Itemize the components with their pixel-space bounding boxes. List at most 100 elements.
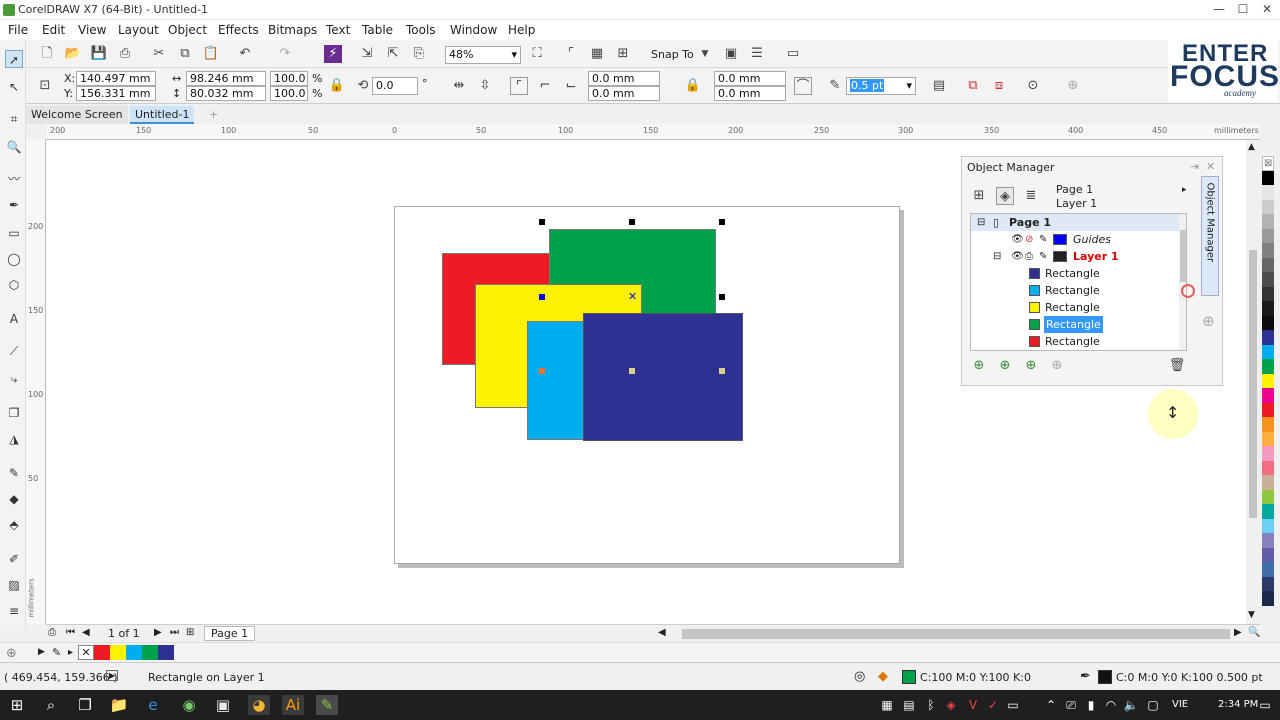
text-tool-icon[interactable]: A: [5, 310, 23, 328]
collapse-icon[interactable]: ⊟: [993, 248, 1001, 265]
windows-start-icon[interactable]: ⊞: [6, 695, 28, 715]
outline-pen-icon[interactable]: ✒: [1080, 669, 1091, 684]
edit-across-layers-icon[interactable]: ◈: [996, 187, 1014, 205]
x-position-field[interactable]: 140.497 mm: [76, 71, 156, 86]
chevron-down-icon[interactable]: ▼: [696, 45, 714, 63]
new-document-icon[interactable]: 🗋: [38, 45, 56, 63]
palette-swatch[interactable]: [1262, 286, 1274, 301]
palette-swatch[interactable]: [1262, 446, 1274, 461]
menu-bitmaps[interactable]: Bitmaps: [268, 23, 317, 37]
scroll-up-icon[interactable]: ▲: [1248, 142, 1255, 152]
menu-effects[interactable]: Effects: [218, 23, 259, 37]
edge-browser-icon[interactable]: e: [142, 695, 164, 715]
palette-swatch[interactable]: [1262, 301, 1274, 316]
om-menu-arrow-icon[interactable]: ▸: [1182, 185, 1187, 195]
full-screen-icon[interactable]: ⛶: [528, 45, 546, 63]
new-tab-button[interactable]: +: [204, 106, 223, 124]
doc-swatch-red[interactable]: [94, 645, 110, 660]
paste-icon[interactable]: 📋: [202, 45, 220, 63]
docker-expand-icon[interactable]: ⇥: [1190, 160, 1199, 173]
show-object-properties-icon[interactable]: ⊞: [970, 187, 988, 205]
palette-swatch[interactable]: [1262, 417, 1274, 432]
chamfer-corner-icon[interactable]: ⌙: [562, 77, 580, 95]
add-icon[interactable]: ⊕: [1064, 77, 1082, 95]
next-page-icon[interactable]: ▶: [154, 627, 162, 638]
no-fill-icon[interactable]: ⊠: [1264, 158, 1272, 169]
close-button[interactable]: ✕: [1256, 2, 1278, 18]
node-handle[interactable]: [629, 368, 635, 374]
horizontal-scroll-thumb[interactable]: [682, 629, 1230, 639]
palette-swatch[interactable]: [1262, 170, 1274, 185]
publish-pdf-icon[interactable]: ⎘: [410, 45, 428, 63]
new-layer-icon[interactable]: ⊕: [970, 357, 988, 375]
new-master-layer-odd-icon[interactable]: ⊕: [1048, 357, 1066, 375]
palette-swatch[interactable]: [1262, 199, 1274, 214]
doc-swatch-yellow[interactable]: [110, 645, 126, 660]
relative-corner-scaling-icon[interactable]: ⌒: [794, 77, 812, 95]
tray-icon[interactable]: ◈: [940, 695, 962, 715]
palette-swatch[interactable]: [1262, 504, 1274, 519]
tree-row-rectangle[interactable]: Rectangle: [971, 333, 1179, 350]
y-position-field[interactable]: 156.331 mm: [76, 86, 156, 101]
smart-fill-icon[interactable]: ⬘: [5, 516, 23, 534]
parallel-dimension-tool-icon[interactable]: ⟋: [5, 342, 23, 360]
palette-swatch[interactable]: [1262, 402, 1274, 417]
app-icon[interactable]: ◉: [178, 695, 200, 715]
menu-layout[interactable]: Layout: [118, 23, 159, 37]
layer-manager-view-icon[interactable]: ≣: [1022, 187, 1040, 205]
collapse-icon[interactable]: ⊟: [977, 214, 985, 231]
wrap-text-icon[interactable]: ▤: [930, 77, 948, 95]
palette-swatch[interactable]: [1262, 562, 1274, 577]
redo-icon[interactable]: ↷: [276, 45, 294, 63]
palette-swatch[interactable]: [1262, 257, 1274, 272]
show-grid-icon[interactable]: ▦: [588, 45, 606, 63]
tree-scrollbar[interactable]: [1179, 214, 1186, 350]
selection-handle[interactable]: [719, 294, 725, 300]
printer-icon[interactable]: ⎙: [1025, 248, 1033, 265]
node-handle[interactable]: [539, 368, 545, 374]
doc-swatch-navy[interactable]: [158, 645, 174, 660]
palette-swatch[interactable]: [1262, 591, 1274, 606]
palette-swatch[interactable]: [1262, 373, 1274, 388]
fill-bucket-icon[interactable]: ◆: [878, 669, 888, 684]
scale-y-field[interactable]: 100.0: [270, 86, 308, 101]
search-content-icon[interactable]: ⚡: [324, 45, 342, 63]
cut-icon[interactable]: ✂: [150, 45, 168, 63]
page-options-icon[interactable]: ⎙: [48, 627, 56, 638]
tree-row-rectangle[interactable]: Rectangle: [971, 282, 1179, 299]
new-master-layer-icon[interactable]: ⊕: [996, 357, 1014, 375]
action-center-icon[interactable]: ▭: [1254, 695, 1276, 715]
height-field[interactable]: 80.032 mm: [186, 86, 266, 101]
scroll-left-icon[interactable]: ◀: [658, 627, 666, 638]
palette-swatch[interactable]: [1262, 272, 1274, 287]
show-rulers-icon[interactable]: ⌜: [562, 45, 580, 63]
battery-icon[interactable]: ▮: [1080, 695, 1102, 715]
palette-swatch[interactable]: [1262, 214, 1274, 229]
pencil-icon[interactable]: ✎: [1039, 248, 1047, 265]
chrome-icon[interactable]: ◕: [248, 695, 270, 715]
docpal-options-icon[interactable]: ▸: [68, 647, 73, 658]
mirror-vertical-icon[interactable]: ⇳: [476, 77, 494, 95]
menu-window[interactable]: Window: [450, 23, 497, 37]
task-view-icon[interactable]: ❐: [74, 695, 96, 715]
copy-icon[interactable]: ⧉: [176, 45, 194, 63]
mirror-horizontal-icon[interactable]: ⇹: [450, 77, 468, 95]
menu-file[interactable]: File: [8, 23, 28, 37]
transparency-tool-icon[interactable]: ◮: [5, 430, 23, 448]
tray-icon[interactable]: V: [962, 695, 984, 715]
palette-swatch[interactable]: [1262, 185, 1274, 200]
convert-to-curves-icon[interactable]: ⊙: [1024, 77, 1042, 95]
eye-icon[interactable]: 👁: [1011, 231, 1024, 248]
menu-help[interactable]: Help: [508, 23, 535, 37]
corner-radius-top-left[interactable]: 0.0 mm: [588, 71, 660, 86]
zoom-level-field[interactable]: 48% ▾: [445, 46, 521, 64]
undo-icon[interactable]: ↶: [236, 45, 254, 63]
doc-swatch-cyan[interactable]: [126, 645, 142, 660]
wifi-icon[interactable]: ◠: [1100, 695, 1122, 715]
outline-pen-icon[interactable]: ✐: [5, 550, 23, 568]
tree-row-rectangle-selected[interactable]: Rectangle: [971, 316, 1179, 333]
to-front-icon[interactable]: ⧉: [964, 77, 982, 95]
navy-rectangle[interactable]: [583, 313, 743, 441]
tab-untitled-1[interactable]: Untitled-1: [130, 106, 195, 124]
palette-swatch[interactable]: [1262, 243, 1274, 258]
